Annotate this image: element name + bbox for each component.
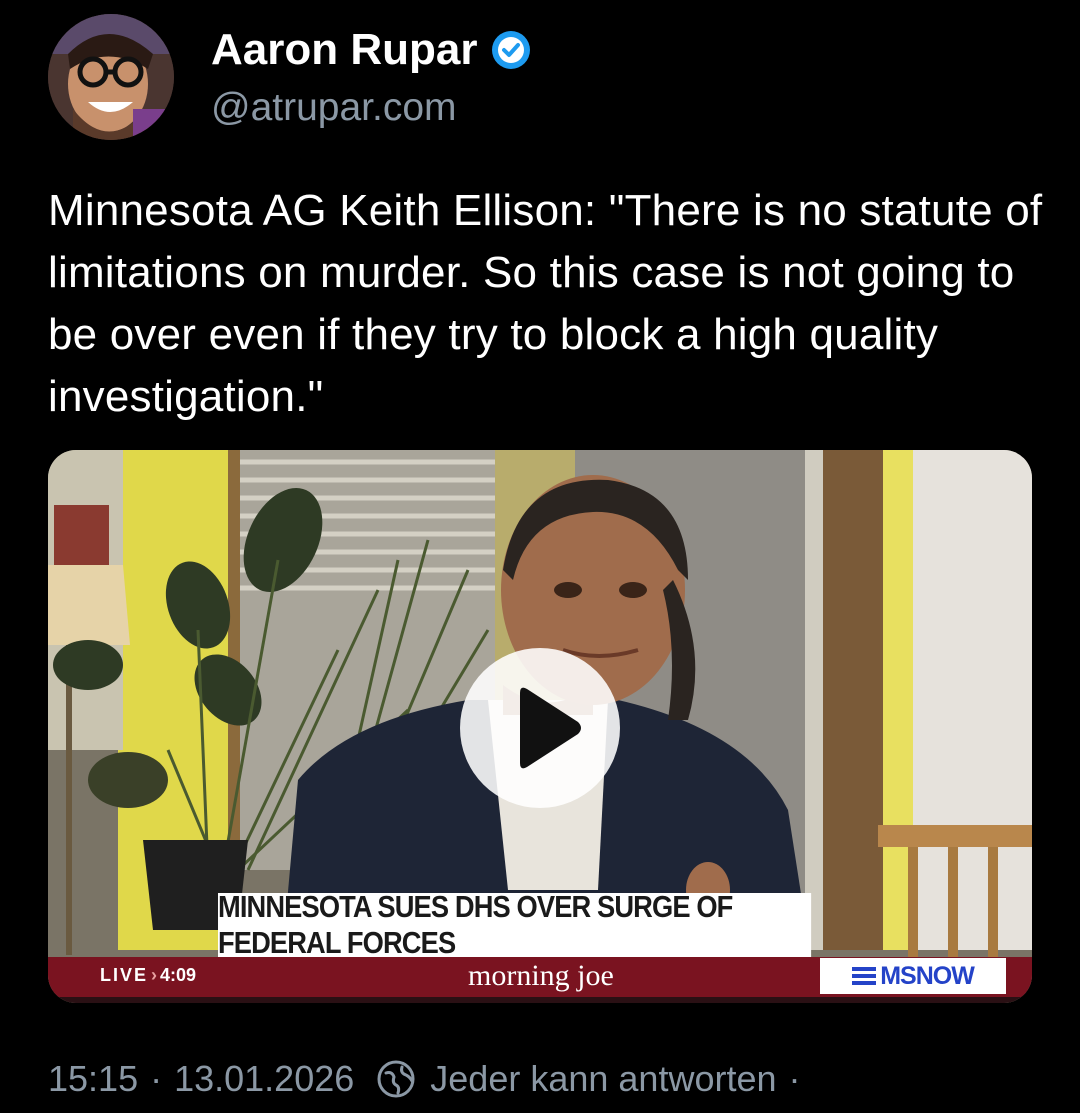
video-player[interactable]: MINNESOTA SUES DHS OVER SURGE OF FEDERAL… — [48, 450, 1032, 1003]
chevron-right-icon: › — [151, 965, 158, 985]
live-time: 4:09 — [160, 965, 197, 985]
separator-dot: · — [788, 1058, 801, 1099]
live-indicator: LIVE › 4:09 — [100, 965, 196, 986]
live-label: LIVE — [100, 965, 149, 985]
separator-dot: · — [150, 1058, 163, 1099]
flag-icon — [852, 967, 877, 985]
network-name: MSNOW — [880, 961, 975, 990]
tweet-meta: 15:15 · 13.01.2026 Jeder kann antworten … — [48, 1058, 813, 1100]
tweet-text: Minnesota AG Keith Ellison: "There is no… — [48, 186, 1043, 421]
avatar[interactable] — [48, 14, 174, 140]
news-headline: MINNESOTA SUES DHS OVER SURGE OF FEDERAL… — [218, 889, 812, 960]
tweet-date[interactable]: 13.01.2026 — [174, 1058, 354, 1100]
author-row: Aaron Rupar — [211, 26, 531, 74]
verified-badge-icon — [492, 31, 531, 69]
author-name[interactable]: Aaron Rupar — [211, 26, 477, 74]
author-handle[interactable]: @atrupar.com — [211, 86, 457, 130]
play-button[interactable] — [460, 648, 620, 808]
reply-setting[interactable]: Jeder kann antworten — [430, 1058, 776, 1100]
network-logo: MSNOW — [820, 958, 1006, 994]
tweet-time[interactable]: 15:15 — [48, 1058, 138, 1100]
play-icon — [520, 687, 581, 769]
globe-icon — [377, 1060, 415, 1098]
show-name: morning joe — [468, 959, 614, 992]
